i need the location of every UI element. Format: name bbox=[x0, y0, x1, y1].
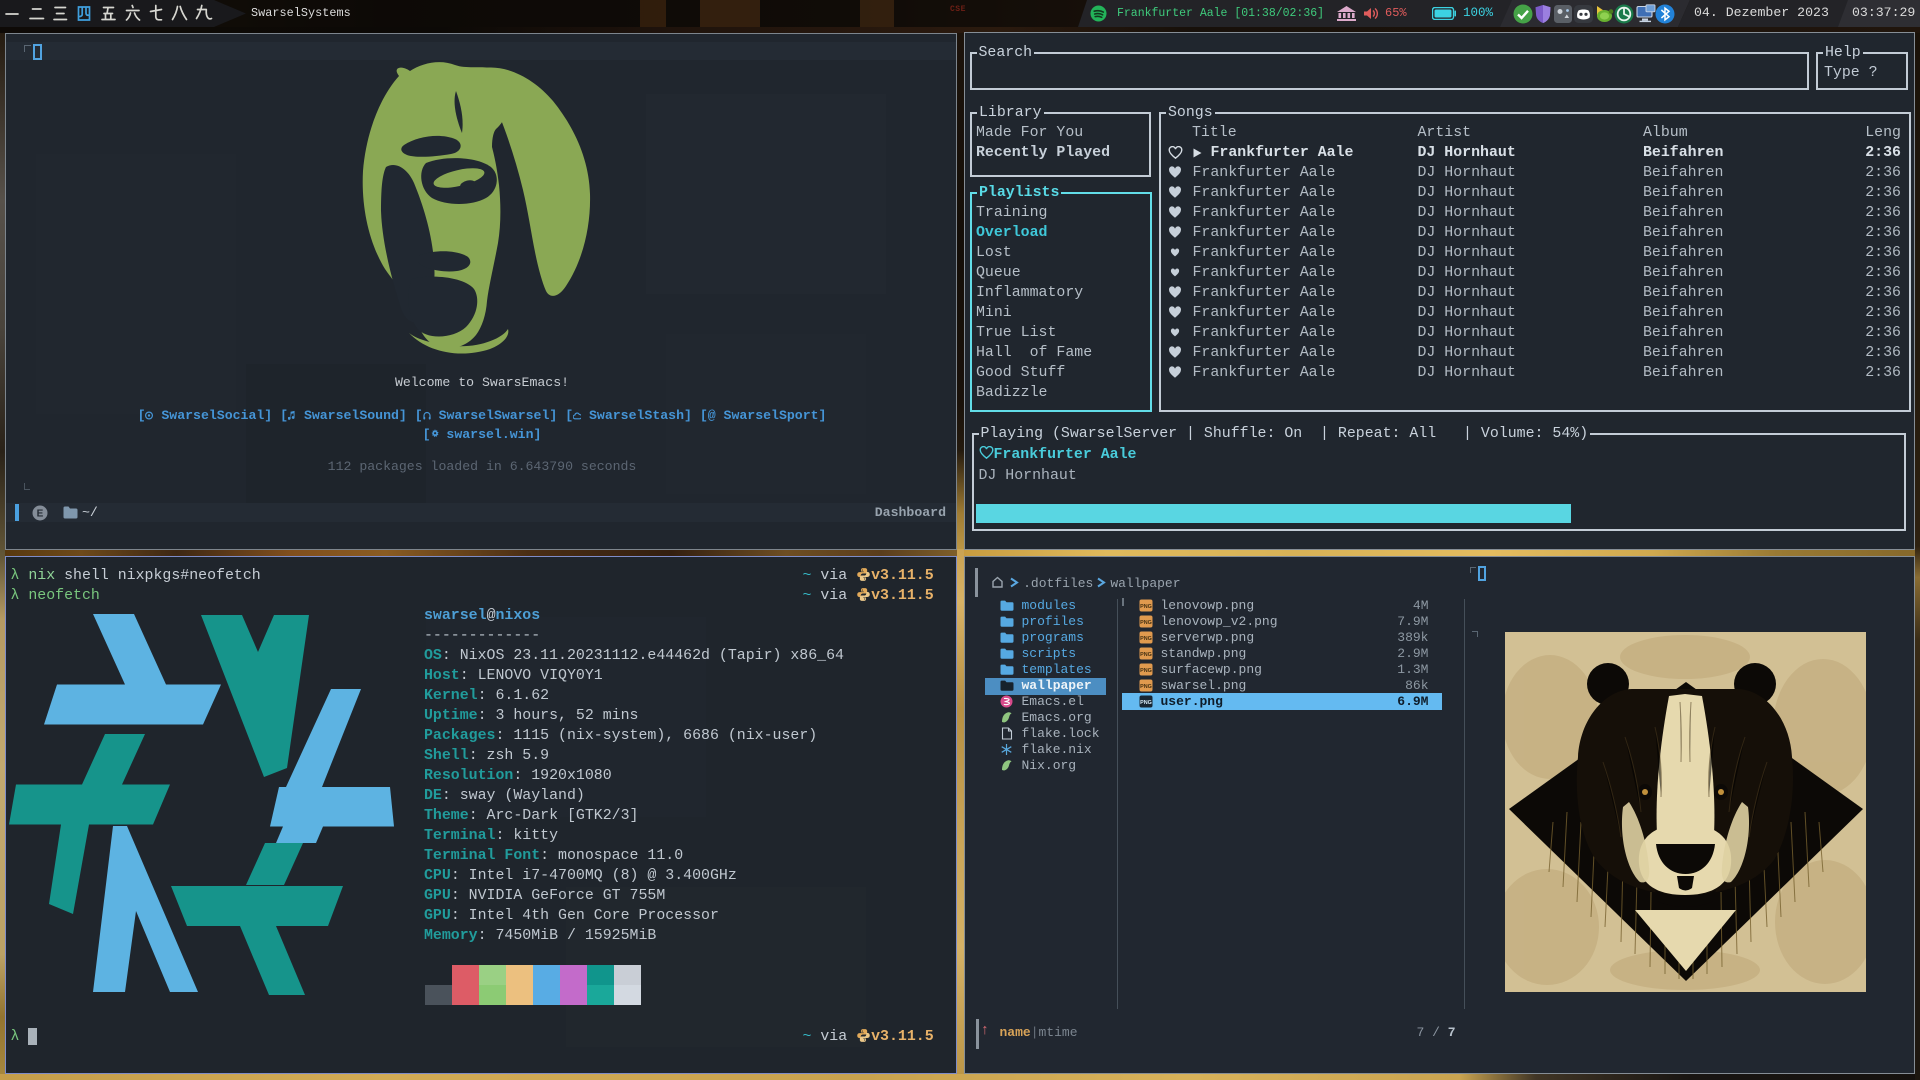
svg-text:PNG: PNG bbox=[1140, 684, 1152, 690]
svg-text:PNG: PNG bbox=[1140, 700, 1152, 706]
svg-text:PNG: PNG bbox=[1140, 604, 1152, 610]
svg-text:PNG: PNG bbox=[1140, 636, 1152, 642]
svg-text:PNG: PNG bbox=[1140, 668, 1152, 674]
svg-text:PNG: PNG bbox=[1140, 620, 1152, 626]
svg-text:PNG: PNG bbox=[1140, 652, 1152, 658]
svg-text:E: E bbox=[37, 508, 44, 519]
